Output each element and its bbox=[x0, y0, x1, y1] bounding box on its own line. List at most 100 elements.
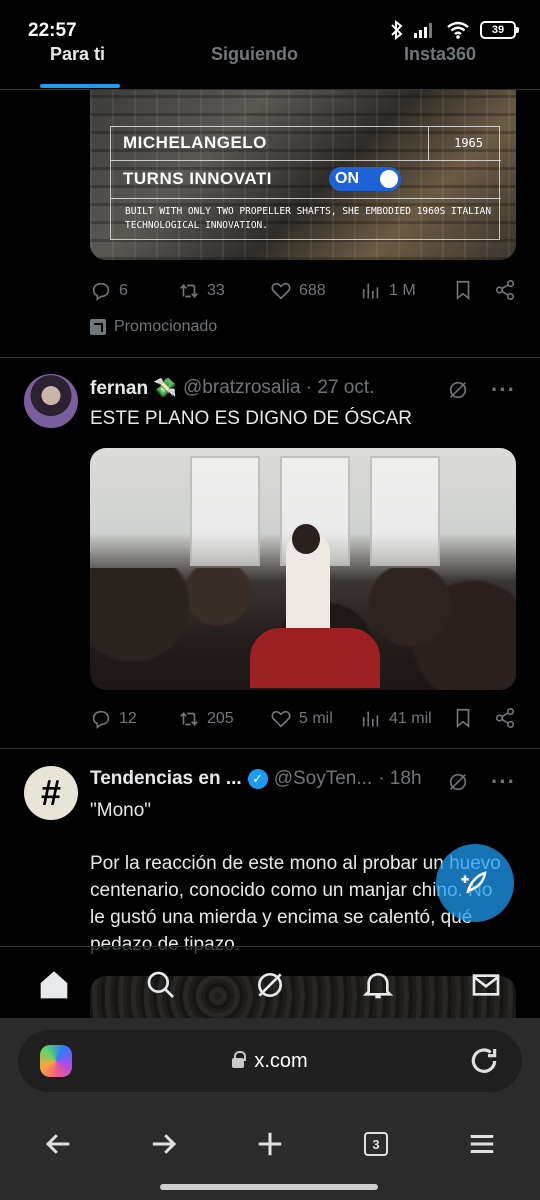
share-icon[interactable] bbox=[494, 707, 516, 729]
grok-icon[interactable] bbox=[447, 379, 469, 401]
status-icons: 39 bbox=[390, 20, 519, 40]
url-display[interactable]: x.com bbox=[18, 1030, 522, 1092]
post-header-actions: ··· bbox=[447, 769, 516, 795]
repost-button[interactable]: 205 bbox=[178, 708, 234, 730]
wifi-icon bbox=[447, 21, 469, 39]
mail-icon bbox=[472, 974, 500, 996]
post-action-bar: 12 205 5 mil 41 mil bbox=[90, 704, 516, 734]
views-icon bbox=[362, 283, 379, 299]
repost-icon bbox=[180, 283, 198, 299]
battery-level: 39 bbox=[491, 24, 505, 36]
address-bar[interactable]: x.com bbox=[18, 1030, 522, 1092]
photo-window bbox=[370, 456, 440, 566]
post-header-actions: ··· bbox=[447, 377, 516, 403]
views-icon bbox=[362, 711, 379, 727]
post-divider bbox=[0, 748, 540, 749]
plus-icon bbox=[258, 1132, 282, 1156]
post-divider bbox=[0, 357, 540, 358]
bookmark-icon[interactable] bbox=[452, 279, 474, 301]
active-tab-indicator bbox=[40, 84, 120, 88]
views-button[interactable]: 41 mil bbox=[360, 708, 432, 730]
battery-icon: 39 bbox=[480, 21, 519, 39]
nav-home[interactable] bbox=[36, 967, 72, 1003]
photo-singer-head bbox=[292, 524, 320, 554]
promoted-label: Promocionado bbox=[90, 318, 217, 336]
views-count: 1 M bbox=[389, 282, 416, 299]
ad-image[interactable]: MICHELANGELO 1965 TURNS INNOVATI ON BUIL… bbox=[90, 90, 516, 260]
arrow-right-icon bbox=[152, 1134, 177, 1154]
status-time: 22:57 bbox=[28, 20, 77, 41]
bell-icon bbox=[362, 972, 394, 999]
reload-icon bbox=[471, 1048, 497, 1073]
nav-messages[interactable] bbox=[468, 967, 504, 1003]
post-text: ESTE PLANO ES DIGNO DE ÓSCAR bbox=[90, 408, 413, 429]
author-name[interactable]: fernan 💸 bbox=[90, 376, 177, 400]
compose-button[interactable] bbox=[436, 844, 514, 922]
photo-window bbox=[190, 456, 260, 566]
author-handle[interactable]: @SoyTen... bbox=[274, 768, 373, 790]
avatar[interactable]: # bbox=[24, 766, 78, 820]
more-options-icon[interactable]: ··· bbox=[491, 769, 516, 795]
bookmark-icon[interactable] bbox=[452, 707, 474, 729]
tab-count: 3 bbox=[364, 1132, 388, 1156]
reply-icon bbox=[92, 282, 110, 301]
tab-insta360[interactable]: Insta360 bbox=[404, 44, 476, 65]
like-button[interactable]: 688 bbox=[270, 280, 326, 302]
home-icon bbox=[40, 971, 68, 999]
repost-count: 33 bbox=[207, 282, 225, 299]
reply-count: 12 bbox=[119, 710, 137, 727]
reply-count: 6 bbox=[119, 282, 128, 299]
promoted-text: Promocionado bbox=[114, 318, 218, 335]
nav-notifications[interactable] bbox=[360, 967, 396, 1003]
promoted-icon bbox=[90, 319, 106, 335]
reply-button[interactable]: 6 bbox=[90, 280, 128, 302]
ad-title-2: TURNS INNOVATI bbox=[123, 169, 272, 188]
photo-red-cloth bbox=[250, 628, 380, 688]
tabs-button[interactable]: 3 bbox=[356, 1124, 396, 1164]
nav-grok[interactable] bbox=[252, 967, 288, 1003]
views-button[interactable]: 1 M bbox=[360, 280, 416, 302]
ad-on-toggle: ON bbox=[329, 167, 401, 191]
bluetooth-icon bbox=[391, 20, 403, 40]
hamburger-menu-icon bbox=[470, 1135, 494, 1153]
post-quote: "Mono" bbox=[90, 800, 152, 821]
ad-title-row-2: TURNS INNOVATI ON bbox=[111, 161, 501, 199]
repost-button[interactable]: 33 bbox=[178, 280, 225, 302]
bottom-navigation bbox=[0, 946, 540, 1022]
avatar[interactable] bbox=[24, 374, 78, 428]
post-image[interactable] bbox=[90, 448, 516, 690]
reply-button[interactable]: 12 bbox=[90, 708, 137, 730]
grok-icon[interactable] bbox=[447, 771, 469, 793]
back-button[interactable] bbox=[38, 1124, 78, 1164]
tab-para-ti[interactable]: Para ti bbox=[50, 44, 105, 65]
more-options-icon[interactable]: ··· bbox=[491, 377, 516, 403]
author-handle[interactable]: @bratzrosalia · 27 oct. bbox=[183, 377, 374, 399]
url-text: x.com bbox=[254, 1049, 308, 1072]
menu-button[interactable] bbox=[462, 1124, 502, 1164]
tab-siguiendo[interactable]: Siguiendo bbox=[211, 44, 298, 65]
ad-text-box: MICHELANGELO 1965 TURNS INNOVATI ON BUIL… bbox=[110, 126, 501, 240]
reply-icon bbox=[92, 710, 110, 729]
ad-title-row-1: MICHELANGELO 1965 bbox=[111, 127, 501, 161]
timeline-tabs: Para ti Siguiendo Insta360 bbox=[0, 44, 540, 90]
ad-title-1: MICHELANGELO bbox=[123, 133, 267, 152]
ad-action-bar: 6 33 688 1 M bbox=[90, 276, 516, 306]
toggle-knob bbox=[380, 170, 398, 188]
verified-badge-icon: ✓ bbox=[247, 769, 268, 789]
hashtag-icon: # bbox=[40, 772, 62, 813]
ad-secondary-actions bbox=[452, 279, 516, 301]
like-button[interactable]: 5 mil bbox=[270, 708, 333, 730]
arrow-left-icon bbox=[45, 1134, 70, 1154]
forward-button[interactable] bbox=[144, 1124, 184, 1164]
home-indicator[interactable] bbox=[160, 1184, 378, 1190]
nav-search[interactable] bbox=[143, 967, 179, 1003]
lock-icon bbox=[232, 1051, 247, 1068]
new-tab-button[interactable] bbox=[250, 1124, 290, 1164]
like-count: 5 mil bbox=[299, 710, 333, 727]
search-icon bbox=[147, 971, 174, 998]
reload-button[interactable] bbox=[468, 1045, 500, 1077]
ad-year-separator bbox=[428, 127, 429, 161]
author-name[interactable]: Tendencias en ... bbox=[90, 768, 242, 790]
post-secondary-actions bbox=[452, 707, 516, 729]
share-icon[interactable] bbox=[494, 279, 516, 301]
